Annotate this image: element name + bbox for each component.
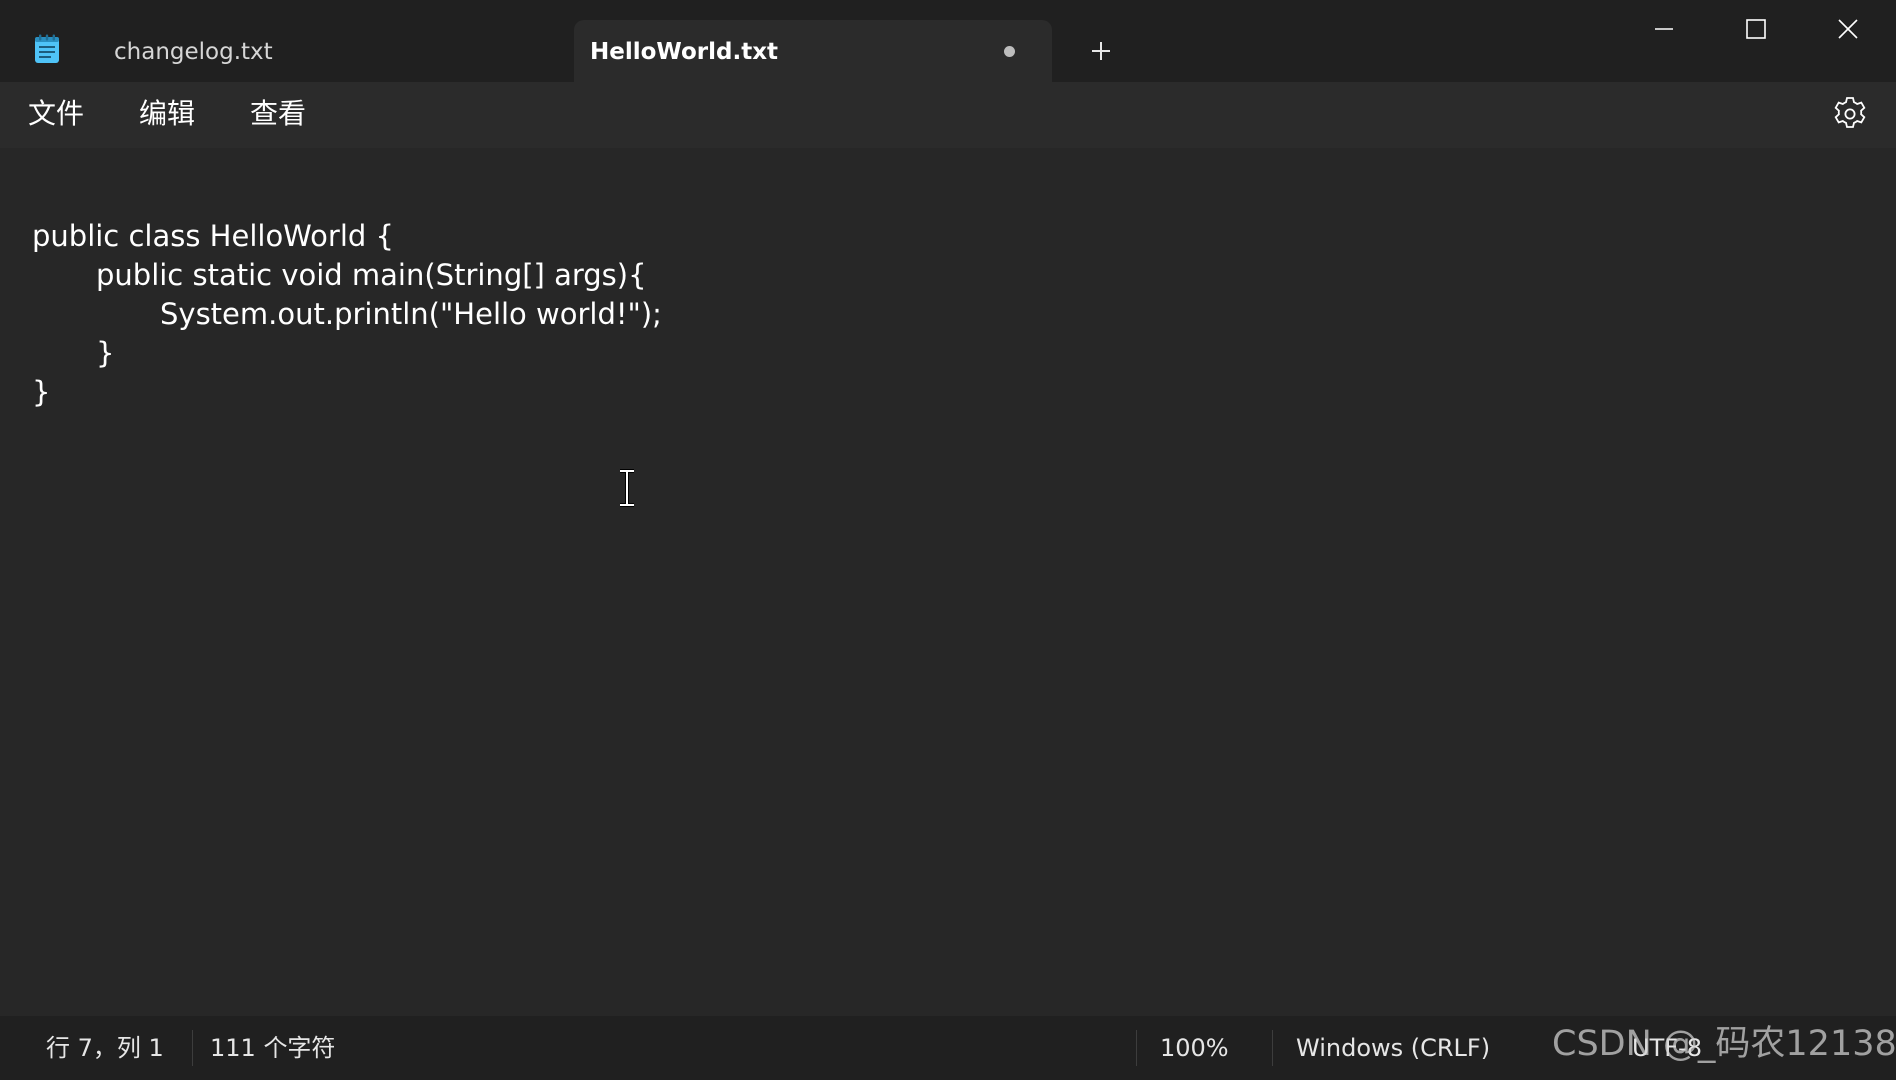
minimize-button[interactable] xyxy=(1618,0,1710,58)
settings-button[interactable] xyxy=(1830,94,1870,134)
close-icon xyxy=(1838,19,1858,39)
editor-line-4: } xyxy=(96,336,115,370)
notepad-window: changelog.txt HelloWorld.txt 文件 编辑 查看 pu… xyxy=(0,0,1896,1080)
unsaved-indicator-icon[interactable] xyxy=(1004,46,1015,57)
title-bar[interactable]: changelog.txt HelloWorld.txt xyxy=(0,0,1896,82)
tab-changelog[interactable]: changelog.txt xyxy=(84,20,572,82)
editor-line-3: System.out.println("Hello world!"); xyxy=(160,297,662,331)
notepad-icon xyxy=(34,34,60,64)
watermark: CSDN @_码农12138 xyxy=(1552,1024,1896,1064)
editor-line-2: public static void main(String[] args){ xyxy=(96,258,647,292)
plus-icon xyxy=(1092,42,1110,60)
zoom-level[interactable]: 100% xyxy=(1160,1032,1229,1064)
menu-view[interactable]: 查看 xyxy=(250,94,306,134)
maximize-icon xyxy=(1746,19,1766,39)
character-count: 111 个字符 xyxy=(210,1034,336,1062)
gear-icon xyxy=(1834,97,1866,128)
close-button[interactable] xyxy=(1802,0,1894,58)
status-divider xyxy=(192,1030,193,1066)
status-divider xyxy=(1136,1030,1137,1066)
status-divider xyxy=(1272,1030,1273,1066)
line-ending[interactable]: Windows (CRLF) xyxy=(1296,1032,1490,1064)
cursor-position: 行 7，列 1 xyxy=(46,1034,164,1062)
text-cursor-icon xyxy=(616,468,638,508)
menu-bar: 文件 编辑 查看 xyxy=(0,82,1896,148)
menu-file[interactable]: 文件 xyxy=(28,94,84,134)
text-editor[interactable]: public class HelloWorld { public static … xyxy=(0,148,1896,1016)
tab-label: HelloWorld.txt xyxy=(590,39,779,65)
menu-edit[interactable]: 编辑 xyxy=(139,94,195,134)
tab-helloworld[interactable]: HelloWorld.txt xyxy=(574,20,1052,82)
maximize-button[interactable] xyxy=(1710,0,1802,58)
new-tab-button[interactable] xyxy=(1082,32,1120,70)
editor-line-5: } xyxy=(32,375,51,409)
editor-line-1: public class HelloWorld { xyxy=(32,219,394,253)
minimize-icon xyxy=(1655,28,1673,30)
tab-label: changelog.txt xyxy=(114,39,273,65)
